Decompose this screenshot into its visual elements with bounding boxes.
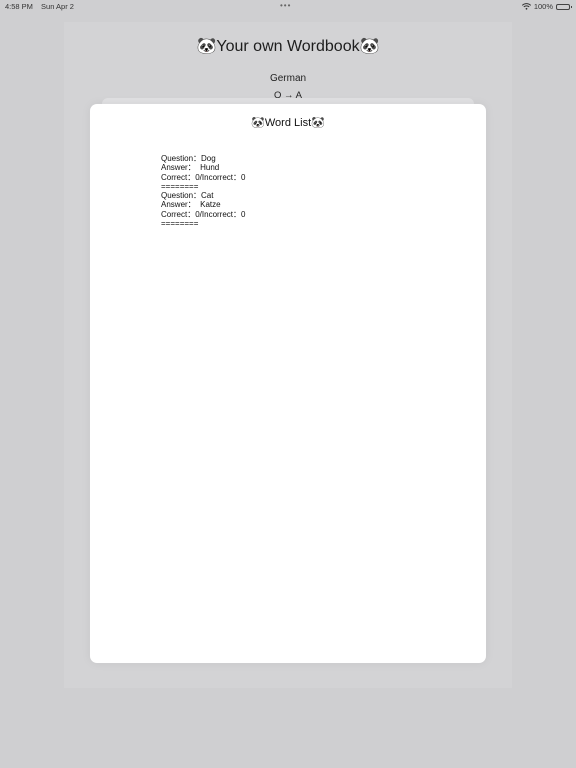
app-title: 🐼Your own Wordbook🐼: [196, 38, 380, 55]
battery-icon: [556, 3, 572, 10]
entry-separator: ========: [161, 181, 199, 191]
status-date: Sun Apr 2: [41, 2, 74, 11]
battery-percent: 100%: [533, 2, 553, 11]
modal-title: 🐼Word List🐼: [251, 117, 325, 129]
entry-separator: ========: [161, 219, 199, 229]
entry-score: Correct：0/Incorrect：0: [161, 209, 246, 219]
entry-question: Question：Cat: [161, 191, 214, 201]
multitasking-dots[interactable]: •••: [280, 1, 291, 10]
entry-question: Question：Dog: [161, 154, 216, 163]
wifi-icon: [521, 3, 531, 10]
entry-answer: Answer： Katze: [161, 200, 221, 210]
status-right: 100%: [521, 2, 572, 11]
status-time: 4:58 PM: [5, 2, 33, 11]
entry-score: Correct：0/Incorrect：0: [161, 172, 246, 182]
status-left: 4:58 PM Sun Apr 2: [5, 2, 74, 11]
word-entries: Question：Dog Answer： Hund Correct：0/Inco…: [161, 154, 245, 228]
word-entry: Question：Dog Answer： Hund Correct：0/Inco…: [161, 154, 245, 191]
word-list-modal[interactable]: 🐼Word List🐼 Question：Dog Answer： Hund Co…: [90, 104, 486, 663]
language-label[interactable]: German: [0, 73, 576, 84]
status-bar: 4:58 PM Sun Apr 2 ••• 100%: [0, 0, 576, 12]
entry-answer: Answer： Hund: [161, 163, 220, 173]
word-entry: Question：Cat Answer： Katze Correct：0/Inc…: [161, 191, 245, 228]
